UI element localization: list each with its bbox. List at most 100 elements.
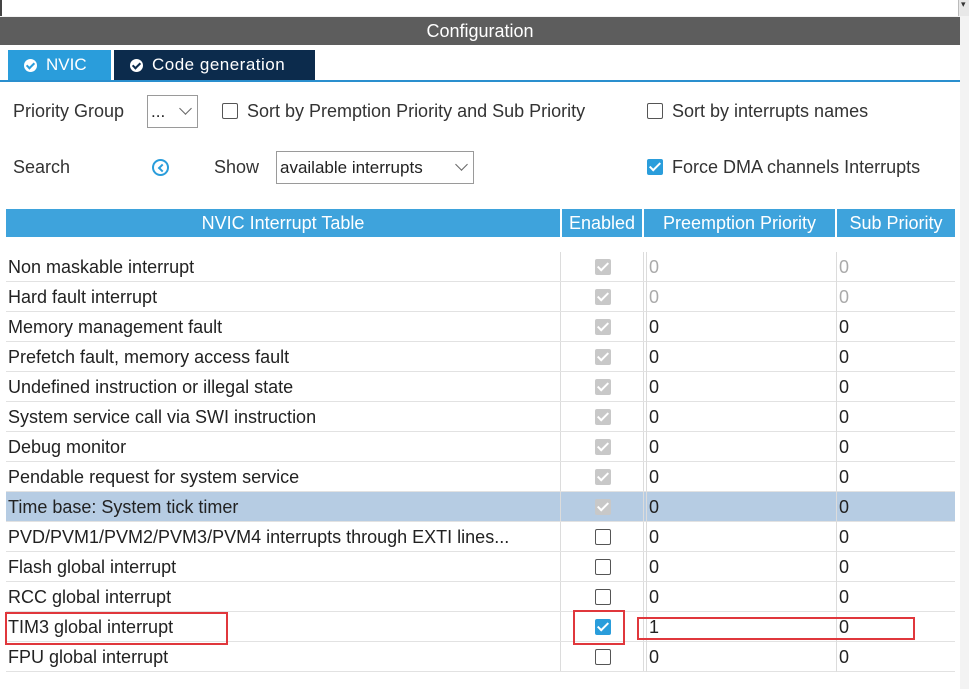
table-row[interactable]: Hard fault interrupt 0 0: [6, 282, 955, 312]
enabled-cell: [560, 552, 644, 581]
tab-bar: NVIC Code generation: [0, 45, 960, 82]
tab-nvic-label: NVIC: [46, 55, 87, 74]
sort-premption-checkbox[interactable]: [222, 103, 238, 119]
enabled-cell: [560, 312, 644, 341]
check-circle-icon: [130, 59, 143, 72]
enabled-checkbox[interactable]: [595, 589, 611, 605]
col-header-sub-priority[interactable]: Sub Priority: [837, 209, 955, 237]
sub-priority-cell[interactable]: 0: [836, 552, 946, 582]
interrupt-name: Non maskable interrupt: [8, 257, 195, 277]
preemption-priority-cell[interactable]: 0: [646, 462, 836, 492]
sub-priority-cell[interactable]: 0: [836, 642, 946, 672]
enabled-checkbox: [595, 259, 611, 275]
preemption-priority-cell[interactable]: 0: [646, 372, 836, 402]
enabled-checkbox[interactable]: [595, 559, 611, 575]
table-row[interactable]: RCC global interrupt 0 0: [6, 582, 955, 612]
sort-names-label[interactable]: Sort by interrupts names: [672, 101, 868, 122]
preemption-priority-cell[interactable]: 0: [646, 642, 836, 672]
sort-premption-label[interactable]: Sort by Premption Priority and Sub Prior…: [247, 101, 585, 122]
enabled-checkbox: [595, 289, 611, 305]
col-header-preemption[interactable]: Preemption Priority: [644, 209, 835, 237]
force-dma-label[interactable]: Force DMA channels Interrupts: [672, 157, 920, 178]
top-strip: ▾: [0, 0, 969, 16]
sub-priority-cell[interactable]: 0: [836, 282, 946, 312]
preemption-priority-cell[interactable]: 0: [646, 432, 836, 462]
search-back-icon[interactable]: [152, 159, 169, 176]
search-label: Search: [13, 157, 71, 177]
priority-group-select[interactable]: ...: [147, 95, 198, 128]
sort-names-checkbox[interactable]: [647, 103, 663, 119]
preemption-priority-cell[interactable]: 0: [646, 402, 836, 432]
sub-priority-cell[interactable]: 0: [836, 582, 946, 612]
preemption-priority-cell[interactable]: 0: [646, 282, 836, 312]
interrupt-name: Time base: System tick timer: [8, 497, 239, 517]
table-row[interactable]: FPU global interrupt 0 0: [6, 642, 955, 672]
interrupt-name: Hard fault interrupt: [8, 287, 158, 307]
force-dma-checkbox[interactable]: [647, 159, 663, 175]
sub-priority-cell[interactable]: 0: [836, 372, 946, 402]
enabled-checkbox: [595, 439, 611, 455]
tab-code-generation[interactable]: Code generation: [114, 50, 315, 80]
preemption-priority-cell[interactable]: 0: [646, 522, 836, 552]
caret-down-icon: ▾: [961, 0, 966, 9]
sub-priority-cell[interactable]: 0: [836, 402, 946, 432]
interrupt-name: Prefetch fault, memory access fault: [8, 347, 290, 367]
enabled-checkbox: [595, 499, 611, 515]
table-row[interactable]: TIM3 global interrupt 1 0: [6, 612, 955, 642]
chevron-down-icon: [455, 158, 468, 171]
enabled-cell: [560, 492, 644, 521]
interrupt-name: TIM3 global interrupt: [8, 617, 174, 637]
interrupt-name: PVD/PVM1/PVM2/PVM3/PVM4 interrupts throu…: [8, 527, 510, 547]
preemption-priority-cell[interactable]: 0: [646, 252, 836, 282]
tab-nvic[interactable]: NVIC: [8, 50, 111, 80]
left-edge: [0, 0, 2, 16]
sub-priority-cell[interactable]: 0: [836, 492, 946, 522]
enabled-cell: [560, 642, 644, 671]
col-header-enabled[interactable]: Enabled: [562, 209, 642, 237]
sub-priority-cell[interactable]: 0: [836, 342, 946, 372]
preemption-priority-cell[interactable]: 0: [646, 342, 836, 372]
sub-priority-cell[interactable]: 0: [836, 252, 946, 282]
table-row[interactable]: PVD/PVM1/PVM2/PVM3/PVM4 interrupts throu…: [6, 522, 955, 552]
table-row[interactable]: Flash global interrupt 0 0: [6, 552, 955, 582]
sub-priority-cell[interactable]: 0: [836, 462, 946, 492]
sub-priority-cell[interactable]: 0: [836, 522, 946, 552]
enabled-checkbox[interactable]: [595, 619, 611, 635]
sub-priority-cell[interactable]: 0: [836, 312, 946, 342]
enabled-checkbox: [595, 349, 611, 365]
table-row[interactable]: Undefined instruction or illegal state 0 0: [6, 372, 955, 402]
interrupt-name: Debug monitor: [8, 437, 127, 457]
table-row[interactable]: Time base: System tick timer 0 0: [6, 492, 955, 522]
table-row[interactable]: Pendable request for system service 0 0: [6, 462, 955, 492]
preemption-priority-cell[interactable]: 0: [646, 552, 836, 582]
enabled-cell: [560, 522, 644, 551]
enabled-checkbox: [595, 409, 611, 425]
enabled-checkbox: [595, 469, 611, 485]
interrupt-table-body: Non maskable interrupt 0 0 Hard fault inter…: [6, 252, 955, 672]
enabled-cell: [560, 372, 644, 401]
table-row[interactable]: Debug monitor 0 0: [6, 432, 955, 462]
table-row[interactable]: System service call via SWI instruction 0…: [6, 402, 955, 432]
scroll-arrow-button[interactable]: ▾: [958, 0, 969, 16]
table-row[interactable]: Prefetch fault, memory access fault 0 0: [6, 342, 955, 372]
preemption-priority-cell[interactable]: 0: [646, 582, 836, 612]
tab-code-generation-label: Code generation: [152, 55, 286, 74]
show-select[interactable]: available interrupts: [276, 151, 474, 184]
table-row[interactable]: Non maskable interrupt 0 0: [6, 252, 955, 282]
table-header: NVIC Interrupt Table Enabled Preemption …: [6, 209, 955, 237]
enabled-checkbox[interactable]: [595, 529, 611, 545]
table-row[interactable]: Memory management fault 0 0: [6, 312, 955, 342]
preemption-priority-cell[interactable]: 1: [646, 612, 836, 642]
col-header-name[interactable]: NVIC Interrupt Table: [6, 209, 560, 237]
show-label: Show: [214, 157, 260, 177]
enabled-checkbox[interactable]: [595, 649, 611, 665]
sub-priority-cell[interactable]: 0: [836, 432, 946, 462]
chevron-down-icon: [179, 102, 192, 115]
preemption-priority-cell[interactable]: 0: [646, 312, 836, 342]
enabled-checkbox: [595, 319, 611, 335]
interrupt-name: System service call via SWI instruction: [8, 407, 317, 427]
enabled-checkbox: [595, 379, 611, 395]
sub-priority-cell[interactable]: 0: [836, 612, 946, 642]
preemption-priority-cell[interactable]: 0: [646, 492, 836, 522]
enabled-cell: [560, 402, 644, 431]
